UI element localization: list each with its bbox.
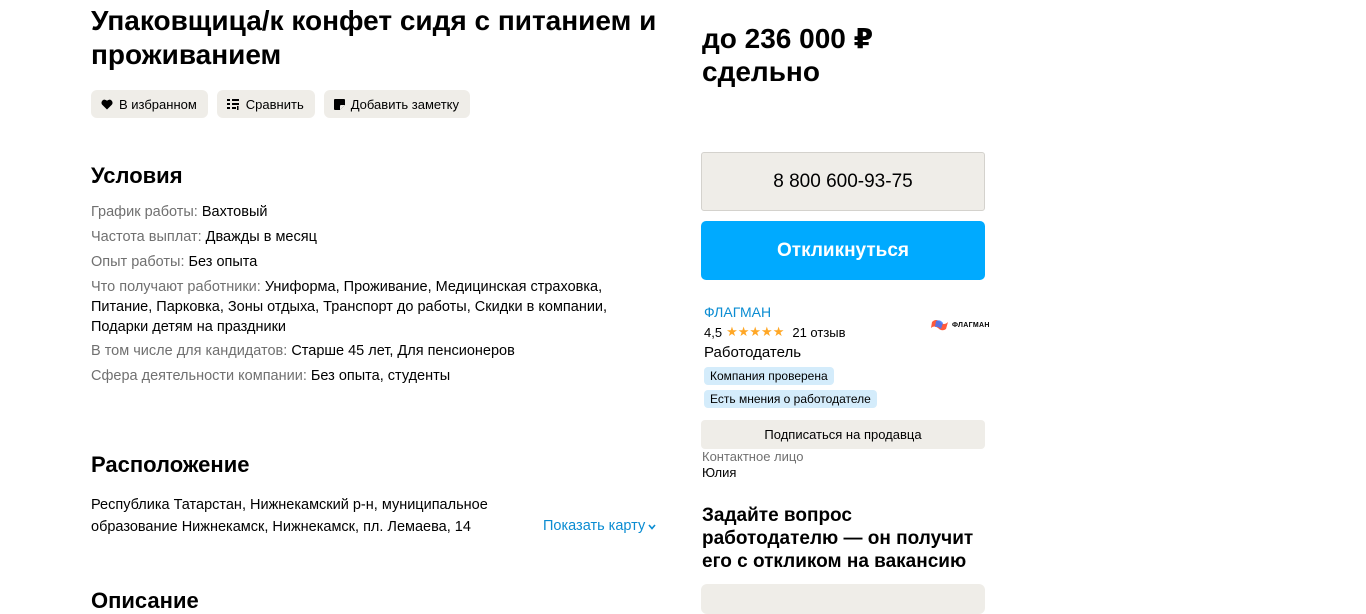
location-heading: Расположение xyxy=(91,452,250,477)
add-note-button[interactable]: Добавить заметку xyxy=(323,90,471,118)
condition-row: Частота выплат: Дважды в месяц xyxy=(91,227,651,247)
heart-icon xyxy=(101,99,113,110)
compare-icon xyxy=(226,98,240,110)
ask-question-heading: Задайте вопрос работодателю — он получит… xyxy=(702,505,974,572)
seller-type: Работодатель xyxy=(704,344,802,361)
contact-label: Контактное лицо xyxy=(702,449,804,464)
favorite-label: В избранном xyxy=(119,96,197,112)
condition-row: Опыт работы: Без опыта xyxy=(91,252,651,272)
condition-row: График работы: Вахтовый xyxy=(91,202,651,222)
add-note-label: Добавить заметку xyxy=(350,96,460,112)
condition-value: Без опыта, студенты xyxy=(310,368,451,384)
condition-label: В том числе для кандидатов: xyxy=(91,343,288,359)
condition-row: Сфера деятельности компании: Без опыта, … xyxy=(91,366,651,386)
rating-stars-icon: ★★★★★ xyxy=(726,324,785,339)
condition-row: В том числе для кандидатов: Старше 45 ле… xyxy=(91,341,651,361)
compare-button[interactable]: Сравнить xyxy=(216,90,315,118)
condition-label: Частота выплат: xyxy=(91,229,202,245)
condition-label: Опыт работы: xyxy=(91,254,185,270)
question-input[interactable] xyxy=(701,584,985,614)
salary-type: сдельно xyxy=(702,56,820,87)
salary-amount: до 236 000 ₽ xyxy=(702,23,874,54)
rating-value: 4,5 xyxy=(704,324,723,340)
vacancy-title: Упаковщица/к конфет сидя с питанием и пр… xyxy=(91,5,657,70)
logo-text: ФЛАГМАН xyxy=(952,321,990,329)
show-phone-button[interactable]: 8 800 600-93-75 xyxy=(701,152,985,211)
conditions-heading: Условия xyxy=(91,163,183,188)
subscribe-button[interactable]: Подписаться на продавца xyxy=(701,420,985,449)
condition-label: График работы: xyxy=(91,204,198,220)
location-address: Республика Татарстан, Нижнекамский р-н, … xyxy=(91,497,488,535)
condition-value: Дважды в месяц xyxy=(205,229,317,245)
condition-value: Без опыта xyxy=(188,254,258,270)
description-heading: Описание xyxy=(91,588,199,613)
contact-name: Юлия xyxy=(702,465,737,480)
salary: до 236 000 ₽ сдельно xyxy=(702,22,873,88)
favorite-button[interactable]: В избранном xyxy=(91,90,208,118)
flag-logo-icon xyxy=(931,320,948,331)
chevron-down-icon xyxy=(648,518,656,534)
seller-logo[interactable]: ФЛАГМАН xyxy=(930,318,990,332)
vacancy-actions: В избранном Сравнить Добавить заметку xyxy=(91,90,471,118)
condition-label: Что получают работники: xyxy=(91,279,261,295)
condition-label: Сфера деятельности компании: xyxy=(91,368,307,384)
condition-value: Старше 45 лет, Для пенсионеров xyxy=(291,343,515,359)
condition-row: Что получают работники: Униформа, Прожив… xyxy=(91,277,651,337)
apply-button[interactable]: Откликнуться xyxy=(701,221,985,280)
compare-label: Сравнить xyxy=(245,96,304,112)
condition-value: Вахтовый xyxy=(201,204,268,220)
reviews-count: 21 отзыв xyxy=(792,324,846,340)
seller-name-link[interactable]: ФЛАГМАН xyxy=(704,304,771,320)
show-map-label: Показать карту xyxy=(543,518,646,534)
seller-rating[interactable]: 4,5 ★★★★★ 21 отзыв xyxy=(704,324,846,340)
reviews-badge[interactable]: Есть мнения о работодателе xyxy=(704,390,877,408)
verified-badge[interactable]: Компания проверена xyxy=(704,367,834,385)
note-icon xyxy=(333,98,345,110)
show-map-link[interactable]: Показать карту xyxy=(543,518,656,534)
conditions-list: График работы: Вахтовый Частота выплат: … xyxy=(91,202,651,391)
